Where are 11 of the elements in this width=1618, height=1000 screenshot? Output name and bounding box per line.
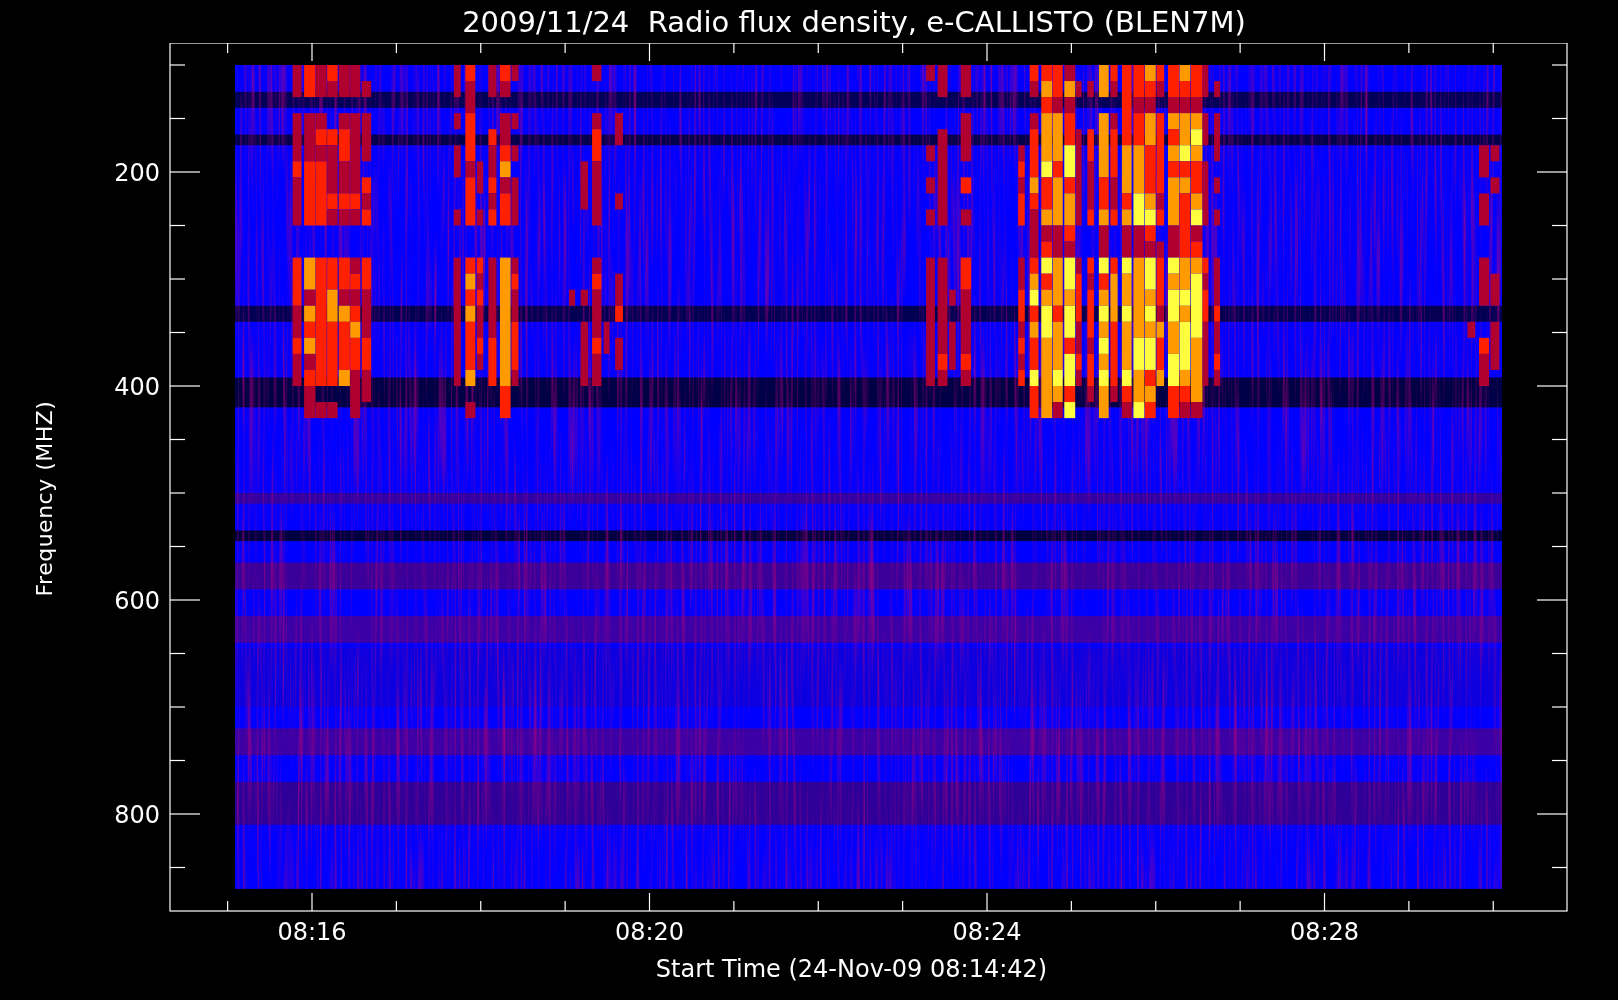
x-tick-label: 08:20 <box>614 918 685 946</box>
x-tick-label: 08:24 <box>952 918 1022 946</box>
y-tick-label: 400 <box>114 373 160 401</box>
x-tick-label: 08:16 <box>277 918 347 946</box>
chart-title: 2009/11/24 Radio flux density, e-CALLISTO (BLEN7M) <box>461 3 1247 41</box>
x-tick-label: 08:28 <box>1289 918 1360 946</box>
y-tick-label: 600 <box>114 587 160 615</box>
y-tick-label: 800 <box>114 801 160 829</box>
y-tick-label: 200 <box>114 159 160 187</box>
y-axis-label: Frequency (MHZ) <box>32 400 58 596</box>
x-axis-label: Start Time (24-Nov-09 08:14:42) <box>655 955 1048 983</box>
